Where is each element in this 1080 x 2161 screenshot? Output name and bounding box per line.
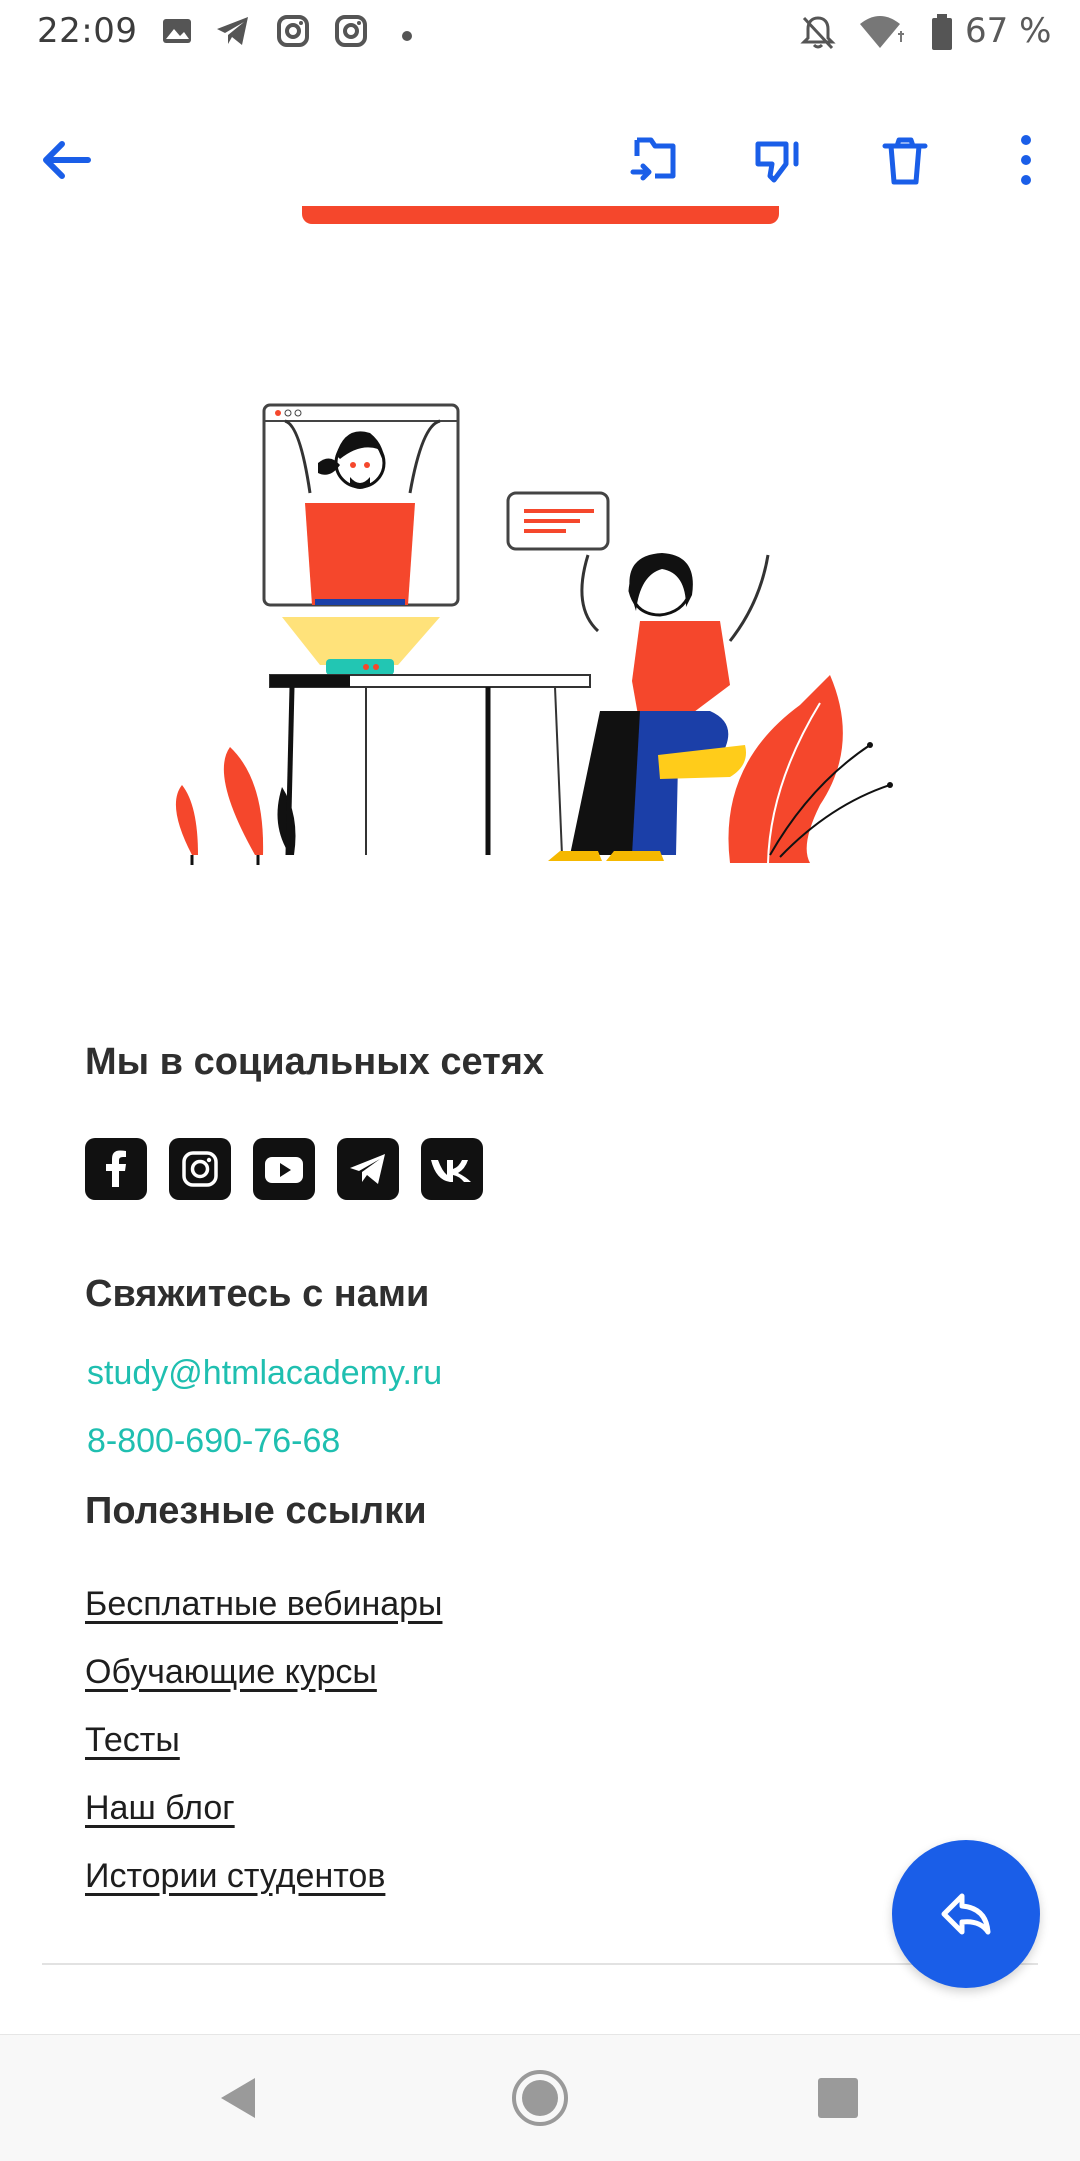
telegram-icon bbox=[214, 14, 252, 52]
telegram-icon[interactable] bbox=[337, 1138, 399, 1200]
delete-button[interactable] bbox=[865, 120, 945, 200]
more-vertical-icon bbox=[1021, 135, 1031, 185]
email-link[interactable]: study@htmlacademy.ru bbox=[87, 1354, 442, 1393]
spam-button[interactable] bbox=[738, 120, 818, 200]
footer-divider bbox=[42, 1963, 1038, 1965]
trash-icon bbox=[882, 137, 928, 185]
back-button[interactable] bbox=[26, 120, 106, 200]
instagram-icon[interactable] bbox=[169, 1138, 231, 1200]
youtube-icon[interactable] bbox=[253, 1138, 315, 1200]
move-to-folder-icon bbox=[630, 137, 676, 181]
nav-home-button[interactable] bbox=[477, 2035, 603, 2161]
link-blog[interactable]: Наш блог bbox=[85, 1789, 235, 1828]
wifi-icon bbox=[858, 14, 906, 54]
vk-icon[interactable] bbox=[421, 1138, 483, 1200]
reply-icon bbox=[941, 1893, 991, 1935]
nav-back-button[interactable] bbox=[176, 2035, 302, 2161]
status-bar: 22:09 67 % bbox=[0, 0, 1080, 66]
battery-percent: 67 % bbox=[965, 11, 1052, 51]
system-nav-bar bbox=[0, 2034, 1080, 2161]
dot-icon bbox=[402, 26, 412, 45]
instagram-icon bbox=[276, 14, 310, 52]
social-icons-row bbox=[85, 1138, 483, 1200]
gallery-icon bbox=[160, 14, 194, 52]
links-section-title: Полезные ссылки bbox=[85, 1490, 427, 1532]
battery-icon bbox=[930, 14, 954, 56]
email-banner-bottom-edge bbox=[302, 206, 779, 224]
reply-button[interactable] bbox=[892, 1840, 1040, 1988]
link-tests[interactable]: Тесты bbox=[85, 1721, 180, 1760]
facebook-icon[interactable] bbox=[85, 1138, 147, 1200]
bell-off-icon bbox=[800, 14, 836, 54]
move-to-folder-button[interactable] bbox=[615, 120, 695, 200]
square-recents-icon bbox=[818, 2078, 858, 2118]
link-courses[interactable]: Обучающие курсы bbox=[85, 1653, 377, 1692]
social-section-title: Мы в социальных сетях bbox=[85, 1041, 545, 1083]
link-free-webinars[interactable]: Бесплатные вебинары bbox=[85, 1585, 442, 1624]
link-student-stories[interactable]: Истории студентов bbox=[85, 1857, 385, 1896]
contact-section-title: Свяжитесь с нами bbox=[85, 1273, 430, 1315]
illustration-webinar bbox=[170, 385, 910, 875]
arrow-left-icon bbox=[43, 141, 91, 179]
triangle-back-icon bbox=[221, 2078, 255, 2118]
more-options-button[interactable] bbox=[986, 120, 1066, 200]
nav-recents-button[interactable] bbox=[775, 2035, 901, 2161]
spam-icon bbox=[755, 141, 799, 183]
circle-home-icon bbox=[512, 2070, 568, 2126]
phone-link[interactable]: 8-800-690-76-68 bbox=[87, 1422, 340, 1461]
email-toolbar bbox=[0, 120, 1080, 200]
status-time: 22:09 bbox=[37, 11, 138, 51]
instagram-icon bbox=[334, 14, 368, 52]
